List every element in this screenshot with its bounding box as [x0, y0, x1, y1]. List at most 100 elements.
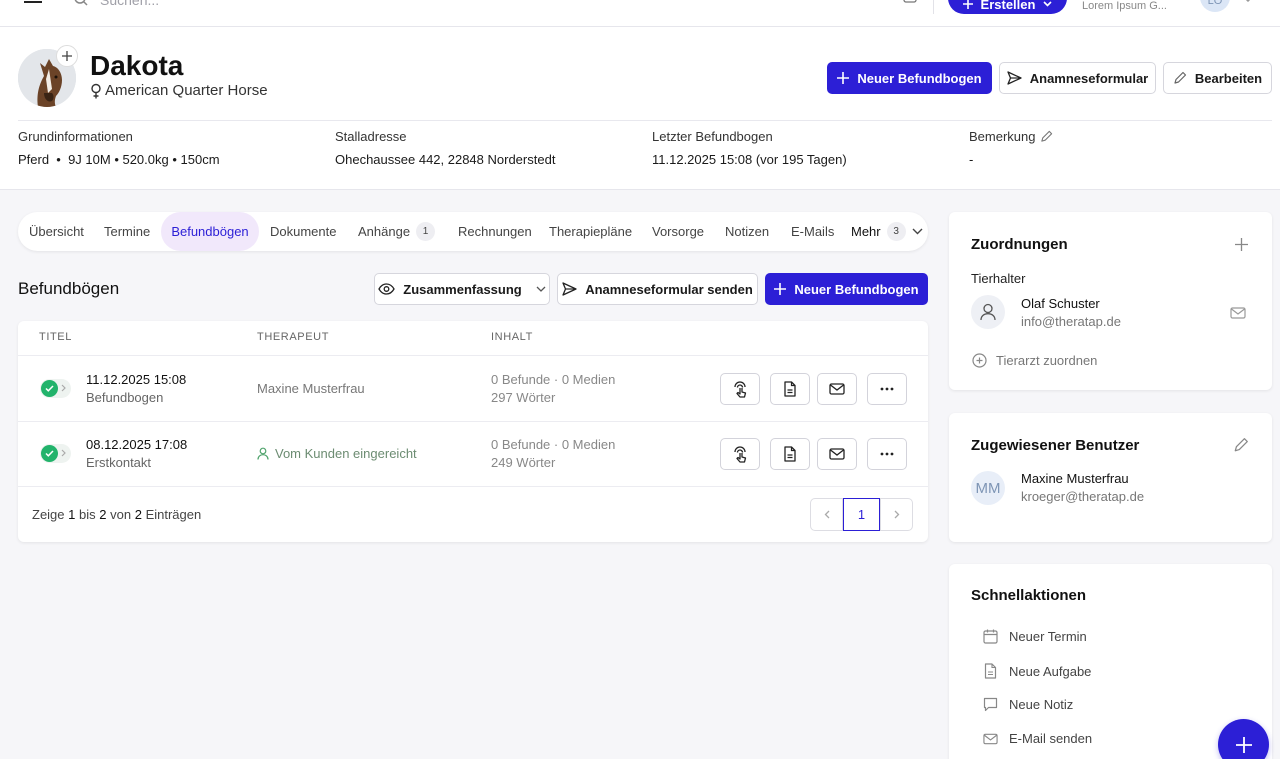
patient-header: Dakota American Quarter Horse Neuer Befu…	[0, 27, 1280, 190]
status-toggle[interactable]	[40, 379, 71, 398]
touch-icon-button[interactable]	[720, 438, 760, 470]
info-last-label: Letzter Befundbogen	[652, 129, 773, 144]
assigned-user-email[interactable]: kroeger@theratap.de	[1021, 489, 1144, 504]
quick-action-send-email[interactable]: E-Mail senden	[983, 731, 1092, 746]
create-label: Erstellen	[980, 0, 1036, 12]
chevron-down-icon	[912, 228, 923, 235]
edit-button[interactable]: Bearbeiten	[1163, 62, 1272, 94]
add-photo-button[interactable]	[56, 45, 78, 67]
tab-therapy-plans[interactable]: Therapiepläne	[549, 212, 632, 251]
assign-vet-button[interactable]: Tierarzt zuordnen	[972, 353, 1097, 368]
info-basic-value: Pferd • 9J 10M • 520.0kg • 150cm	[18, 152, 220, 167]
status-toggle[interactable]	[40, 444, 71, 463]
pagination-page-1[interactable]: 1	[843, 498, 880, 531]
quick-action-new-note[interactable]: Neue Notiz	[983, 697, 1073, 712]
pager-from: 1	[68, 507, 76, 522]
tab-overview[interactable]: Übersicht	[29, 212, 84, 251]
quick-action-new-task[interactable]: Neue Aufgabe	[983, 663, 1091, 679]
more-options-button[interactable]	[867, 373, 907, 405]
row-content-words: 297 Wörter	[491, 390, 556, 405]
plus-icon	[962, 0, 973, 9]
tab-label: Termine	[104, 224, 151, 239]
pager-mid: bis	[79, 507, 96, 522]
tab-appointments[interactable]: Termine	[104, 212, 150, 251]
new-form-button-secondary[interactable]: Neuer Befundbogen	[765, 273, 928, 305]
column-header-title: TITEL	[39, 331, 72, 343]
owner-label: Tierhalter	[971, 271, 1026, 286]
user-avatar[interactable]: LO	[1200, 0, 1230, 12]
pagination-prev[interactable]	[810, 498, 843, 531]
email-button[interactable]	[817, 438, 857, 470]
pencil-icon[interactable]	[1233, 437, 1249, 453]
tab-documents[interactable]: Dokumente	[270, 212, 336, 251]
pdf-button[interactable]	[770, 438, 810, 470]
create-button[interactable]: Erstellen	[948, 0, 1067, 14]
info-stable-label: Stalladresse	[335, 129, 407, 144]
user-icon	[257, 447, 269, 460]
pagination-next[interactable]	[880, 498, 913, 531]
tab-invoices[interactable]: Rechnungen	[458, 212, 532, 251]
assigned-user-title: Zugewiesener Benutzer	[971, 437, 1140, 454]
owner-email[interactable]: info@theratap.de	[1021, 314, 1121, 329]
summary-dropdown[interactable]: Zusammenfassung	[374, 273, 550, 305]
pencil-icon	[1173, 71, 1187, 85]
edit-label: Bearbeiten	[1194, 70, 1263, 86]
quick-action-label: E-Mail senden	[1009, 731, 1093, 746]
info-note-label-row: Bemerkung	[969, 129, 1053, 144]
send-anamnesis-button[interactable]: Anamneseformular senden	[557, 273, 758, 305]
divider	[933, 0, 934, 14]
send-anamnesis-label: Anamneseformular senden	[585, 281, 753, 297]
top-bar: Erstellen Lorem Ipsum G... LO	[0, 0, 1280, 27]
calendar-icon	[983, 629, 998, 644]
tab-notes[interactable]: Notizen	[725, 212, 769, 251]
search-input[interactable]	[100, 0, 360, 8]
company-name[interactable]: Lorem Ipsum G...	[1082, 0, 1167, 12]
tab-emails[interactable]: E-Mails	[791, 212, 834, 251]
table-row[interactable]: 11.12.2025 15:08 Befundbogen Maxine Must…	[18, 356, 928, 421]
summary-label: Zusammenfassung	[403, 281, 522, 297]
email-button[interactable]	[817, 373, 857, 405]
chat-icon	[983, 697, 998, 712]
chevron-right-icon	[61, 384, 66, 392]
assign-vet-label: Tierarzt zuordnen	[996, 353, 1098, 368]
chevron-down-icon[interactable]	[1243, 0, 1253, 2]
forms-table: TITEL THERAPEUT INHALT 11.12.2025 15:08 …	[18, 321, 928, 542]
pdf-button[interactable]	[770, 373, 810, 405]
pager-of: von	[110, 507, 132, 522]
touch-icon-button[interactable]	[720, 373, 760, 405]
assigned-user-name[interactable]: Maxine Musterfrau	[1021, 471, 1129, 486]
divider	[18, 120, 1272, 121]
search-icon	[73, 0, 89, 7]
mail-icon[interactable]	[1230, 307, 1246, 319]
menu-icon[interactable]	[24, 0, 42, 4]
calendar-icon[interactable]	[903, 0, 917, 4]
document-icon	[983, 663, 998, 679]
therapist-name: Vom Kunden eingereicht	[275, 446, 417, 461]
new-form-button[interactable]: Neuer Befundbogen	[827, 62, 992, 94]
add-assignment-icon[interactable]	[1235, 238, 1248, 251]
assigned-user-card: Zugewiesener Benutzer MM Maxine Musterfr…	[949, 413, 1272, 542]
quick-action-new-appointment[interactable]: Neuer Termin	[983, 629, 1087, 644]
plus-circle-icon	[972, 353, 987, 368]
send-icon	[562, 282, 577, 296]
assignments-card: Zuordnungen Tierhalter Olaf Schuster inf…	[949, 212, 1272, 390]
row-type: Erstkontakt	[86, 455, 152, 470]
pencil-icon[interactable]	[1040, 130, 1053, 143]
touch-icon	[734, 445, 747, 463]
info-note-value: -	[969, 152, 974, 167]
anamnesis-button[interactable]: Anamneseformular	[999, 62, 1156, 94]
table-row[interactable]: 08.12.2025 17:08 Erstkontakt Vom Kunden …	[18, 422, 928, 487]
pager-suffix: Einträgen	[145, 507, 202, 522]
more-options-button[interactable]	[867, 438, 907, 470]
breed-text: American Quarter Horse	[105, 82, 268, 99]
tab-more[interactable]: Mehr 3	[851, 212, 923, 251]
tab-attachments[interactable]: Anhänge 1	[358, 212, 436, 251]
document-icon	[784, 446, 796, 462]
mail-icon	[983, 733, 998, 745]
more-horizontal-icon	[880, 452, 894, 456]
tab-forms[interactable]: Befundbögen	[161, 212, 259, 251]
mail-icon	[829, 448, 845, 460]
owner-name[interactable]: Olaf Schuster	[1021, 296, 1100, 311]
quick-action-label: Neue Aufgabe	[1009, 663, 1092, 679]
tab-prevention[interactable]: Vorsorge	[652, 212, 704, 251]
